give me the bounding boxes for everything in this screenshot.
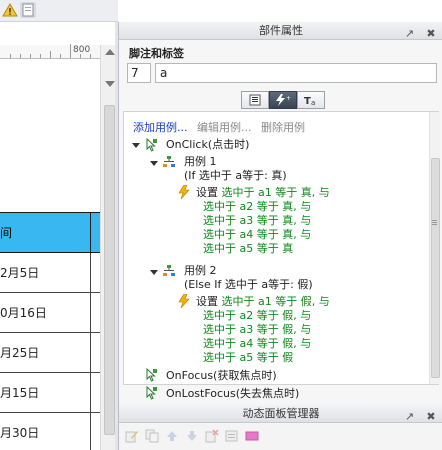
- interactions-scrollbar[interactable]: [429, 112, 440, 384]
- property-tabs: + Ta: [241, 91, 325, 109]
- table-cell[interactable]: 0月16日: [0, 292, 90, 333]
- edit-state-icon[interactable]: [125, 429, 139, 443]
- pin-icon[interactable]: ↗: [404, 411, 416, 423]
- set-action-row[interactable]: 设置 选中于 a1 等于 真, 与: [196, 186, 330, 200]
- case-hierarchy-icon: [163, 156, 175, 167]
- set-action-line: 选中于 a1 等于 真, 与: [221, 186, 330, 199]
- case-2-condition: (Else If 选中于 a等于: 假): [184, 278, 313, 291]
- table-header-cell[interactable]: 间: [0, 212, 90, 253]
- canvas-toolbar: [0, 0, 118, 22]
- warning-icon[interactable]: [2, 2, 18, 18]
- scrollbar-thumb[interactable]: [431, 158, 440, 378]
- list-icon: [249, 94, 261, 106]
- widget-properties-panel: 部件属性 ↗ ✖ 脚注和标签 7 a + Ta 添加用例... 编辑用例... …: [118, 22, 442, 450]
- onclick-event[interactable]: OnClick(点击时): [166, 138, 249, 152]
- table-header-row: 间: [0, 212, 100, 253]
- panel-titlebar[interactable]: 部件属性 ↗ ✖: [119, 22, 442, 40]
- case-actions: 添加用例... 编辑用例... 删除用例: [133, 119, 311, 135]
- lightning-icon: +: [276, 94, 291, 106]
- design-canvas[interactable]: 800 间 2月5日 0月16日 月25日 月15日 月30日: [0, 0, 118, 450]
- dynamic-panel-title: 动态面板管理器: [242, 407, 320, 420]
- delete-case-link[interactable]: 删除用例: [261, 121, 305, 134]
- table-header-cell[interactable]: [89, 212, 100, 253]
- text-format-icon: Ta: [304, 96, 315, 106]
- pin-icon[interactable]: ↗: [404, 28, 416, 40]
- move-down-icon[interactable]: [185, 429, 199, 443]
- table-cell[interactable]: 2月5日: [0, 252, 90, 293]
- edit-case-link[interactable]: 编辑用例...: [197, 121, 252, 134]
- table-row[interactable]: 月30日: [0, 412, 100, 450]
- set-keyword: 设置: [196, 186, 218, 199]
- svg-text:T: T: [304, 96, 311, 106]
- add-case-link[interactable]: 添加用例...: [133, 121, 188, 134]
- scroll-up-icon[interactable]: [105, 49, 115, 55]
- duplicate-state-icon[interactable]: [145, 429, 159, 443]
- table-row[interactable]: 月15日: [0, 372, 100, 413]
- set-action-line: 选中于 a2 等于 假, 与: [203, 309, 312, 322]
- scrollbar-thumb[interactable]: [104, 105, 115, 435]
- set-action-line: 选中于 a3 等于 假, 与: [203, 323, 312, 336]
- tab-interactions[interactable]: +: [269, 91, 297, 109]
- canvas-table[interactable]: 间 2月5日 0月16日 月25日 月15日 月30日: [0, 212, 100, 450]
- table-cell[interactable]: [89, 372, 100, 413]
- set-action-line: 选中于 a4 等于 假, 与: [203, 337, 312, 350]
- table-cell[interactable]: [89, 332, 100, 373]
- set-action-line: 选中于 a4 等于 真, 与: [203, 228, 312, 241]
- open-state-icon[interactable]: [245, 429, 259, 443]
- cursor-event-icon: [146, 386, 157, 400]
- table-row[interactable]: 月25日: [0, 332, 100, 373]
- scroll-grip-icon: [432, 220, 437, 221]
- svg-text:+: +: [286, 95, 291, 102]
- panel-title: 部件属性: [259, 24, 303, 37]
- widget-label-field[interactable]: a: [155, 63, 437, 83]
- table-row[interactable]: 0月16日: [0, 292, 100, 333]
- page-icon[interactable]: [20, 2, 36, 18]
- dynamic-panel-toolbar: [119, 424, 442, 450]
- case-1[interactable]: 用例 1: [184, 155, 217, 169]
- case-1-condition: (If 选中于 a等于: 真): [184, 169, 287, 182]
- ruler-label: 800: [73, 45, 91, 55]
- lightning-action-icon: [178, 294, 190, 308]
- svg-text:a: a: [311, 99, 315, 106]
- dynamic-panel-titlebar[interactable]: 动态面板管理器 ↗ ✖: [119, 405, 442, 423]
- collapse-arrow-icon[interactable]: [132, 143, 140, 148]
- close-icon[interactable]: ✖: [425, 411, 437, 423]
- delete-state-icon[interactable]: [205, 429, 219, 443]
- tab-properties[interactable]: [241, 91, 269, 109]
- collapse-arrow-icon[interactable]: [150, 270, 158, 275]
- state-settings-icon[interactable]: [225, 429, 239, 443]
- onlostfocus-event[interactable]: OnLostFocus(失去焦点时): [166, 387, 299, 401]
- table-row[interactable]: 2月5日: [0, 252, 100, 293]
- cursor-event-icon: [146, 138, 157, 152]
- close-icon[interactable]: ✖: [425, 28, 437, 40]
- set-action-line: 选中于 a5 等于 假: [203, 351, 294, 364]
- table-cell[interactable]: 月30日: [0, 412, 90, 450]
- set-keyword: 设置: [196, 295, 218, 308]
- footnote-label-heading: 脚注和标签: [129, 47, 184, 60]
- set-action-line: 选中于 a5 等于 真: [203, 242, 294, 255]
- table-cell[interactable]: 月25日: [0, 332, 90, 373]
- table-cell[interactable]: 月15日: [0, 372, 90, 413]
- interactions-list[interactable]: 添加用例... 编辑用例... 删除用例 OnClick(点击时) 用例 1 (…: [123, 111, 440, 400]
- onfocus-event[interactable]: OnFocus(获取焦点时): [166, 369, 277, 383]
- move-up-icon[interactable]: [165, 429, 179, 443]
- set-action-line: 选中于 a1 等于 假, 与: [221, 295, 330, 308]
- scroll-down-icon[interactable]: [105, 81, 115, 87]
- case-2[interactable]: 用例 2: [184, 264, 217, 278]
- table-cell[interactable]: [89, 412, 100, 450]
- table-cell[interactable]: [89, 252, 100, 293]
- set-action-line: 选中于 a2 等于 真, 与: [203, 200, 312, 213]
- set-action-line: 选中于 a3 等于 真, 与: [203, 214, 312, 227]
- lightning-action-icon: [178, 185, 190, 199]
- cursor-event-icon: [146, 368, 157, 382]
- horizontal-ruler: 800: [0, 44, 100, 59]
- collapse-arrow-icon[interactable]: [150, 161, 158, 166]
- case-hierarchy-icon: [163, 265, 175, 276]
- set-action-row[interactable]: 设置 选中于 a1 等于 假, 与: [196, 295, 330, 309]
- footnote-number-field[interactable]: 7: [127, 63, 151, 83]
- tab-text[interactable]: Ta: [297, 91, 325, 109]
- table-cell[interactable]: [89, 292, 100, 333]
